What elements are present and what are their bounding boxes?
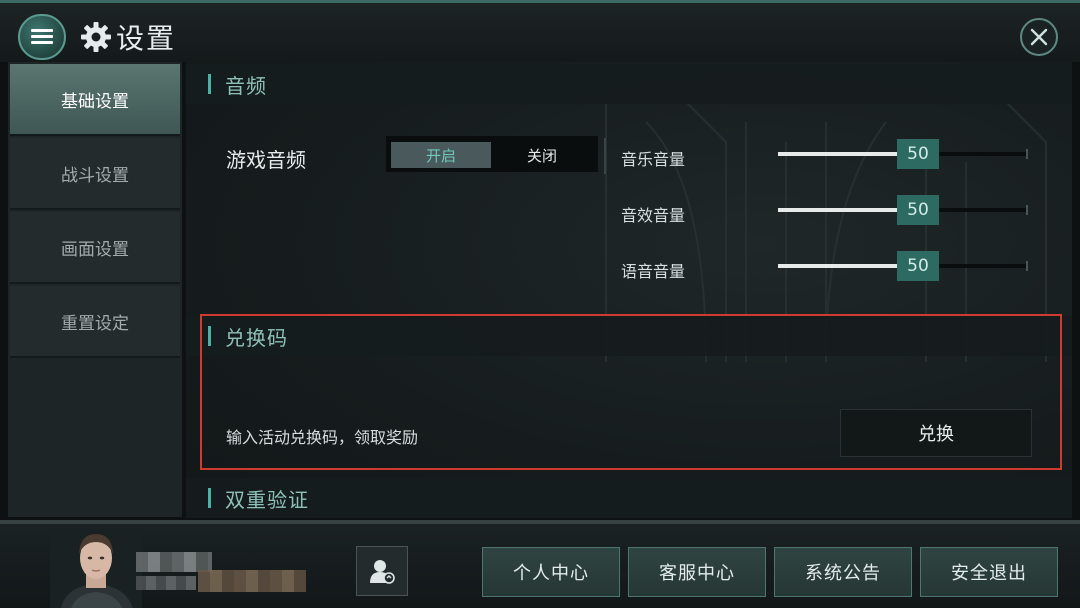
nav-item-label: 战斗设置: [61, 165, 129, 186]
nav-item-label: 画面设置: [61, 239, 129, 260]
settings-panel: 音频 游戏音频 开启 关闭 音乐音量 50 音效音量 50 语音音量 50 兑换…: [186, 62, 1072, 518]
personal-center-button[interactable]: 个人中心: [482, 547, 620, 597]
nav-item-battle-settings[interactable]: 战斗设置: [10, 138, 180, 210]
slider-handle[interactable]: 50: [897, 139, 939, 169]
music-volume-label: 音乐音量: [621, 150, 686, 169]
close-icon: [1030, 28, 1048, 46]
close-button[interactable]: [1020, 18, 1058, 56]
player-name-blurred: [136, 552, 212, 572]
safe-logout-button[interactable]: 安全退出: [920, 547, 1058, 597]
redeem-highlight-frame: [200, 314, 1062, 470]
settings-nav: 基础设置 战斗设置 画面设置 重置设定: [8, 62, 182, 517]
section-title: 音频: [225, 73, 267, 98]
gear-icon: [81, 22, 111, 52]
section-marker: [208, 74, 211, 94]
nav-item-label: 基础设置: [61, 91, 129, 112]
nav-item-basic-settings[interactable]: 基础设置: [10, 64, 180, 136]
two-factor-section-header[interactable]: 双重验证: [186, 478, 1072, 518]
toggle-on-option[interactable]: 开启: [391, 142, 491, 168]
profile-switch-button[interactable]: [356, 546, 408, 596]
system-announcement-button[interactable]: 系统公告: [774, 547, 912, 597]
slider-fill: [778, 152, 897, 156]
voice-volume-slider[interactable]: 50: [778, 251, 1028, 281]
audio-section-header: 音频: [186, 64, 1072, 104]
nav-item-graphics-settings[interactable]: 画面设置: [10, 212, 180, 284]
nav-item-reset-settings[interactable]: 重置设定: [10, 286, 180, 358]
divider: [604, 138, 606, 174]
music-volume-slider[interactable]: 50: [778, 139, 1028, 169]
slider-handle[interactable]: 50: [897, 195, 939, 225]
sfx-volume-label: 音效音量: [621, 206, 686, 225]
slider-end-cap: [1026, 205, 1028, 215]
slider-end-cap: [1026, 261, 1028, 271]
player-id-blurred: [136, 576, 196, 590]
section-title: 双重验证: [225, 487, 309, 512]
sfx-volume-slider[interactable]: 50: [778, 195, 1028, 225]
slider-fill: [778, 208, 897, 212]
game-audio-label: 游戏音频: [226, 148, 306, 172]
nav-item-label: 重置设定: [61, 313, 129, 334]
page-title: 设置: [116, 22, 177, 55]
player-info-blurred: [198, 570, 306, 592]
menu-button[interactable]: [18, 14, 66, 60]
slider-fill: [778, 264, 897, 268]
customer-service-button[interactable]: 客服中心: [628, 547, 766, 597]
bottom-bar: 个人中心 客服中心 系统公告 安全退出: [0, 520, 1080, 608]
user-switch-icon: [370, 560, 395, 584]
top-bar: 设置: [0, 0, 1080, 62]
voice-volume-label: 语音音量: [621, 262, 686, 281]
slider-handle[interactable]: 50: [897, 251, 939, 281]
section-marker: [208, 488, 211, 508]
avatar[interactable]: [50, 528, 142, 608]
toggle-off-option[interactable]: 关闭: [492, 142, 592, 168]
game-audio-toggle: 开启 关闭: [386, 136, 598, 172]
slider-end-cap: [1026, 149, 1028, 159]
hamburger-icon: [31, 29, 53, 45]
